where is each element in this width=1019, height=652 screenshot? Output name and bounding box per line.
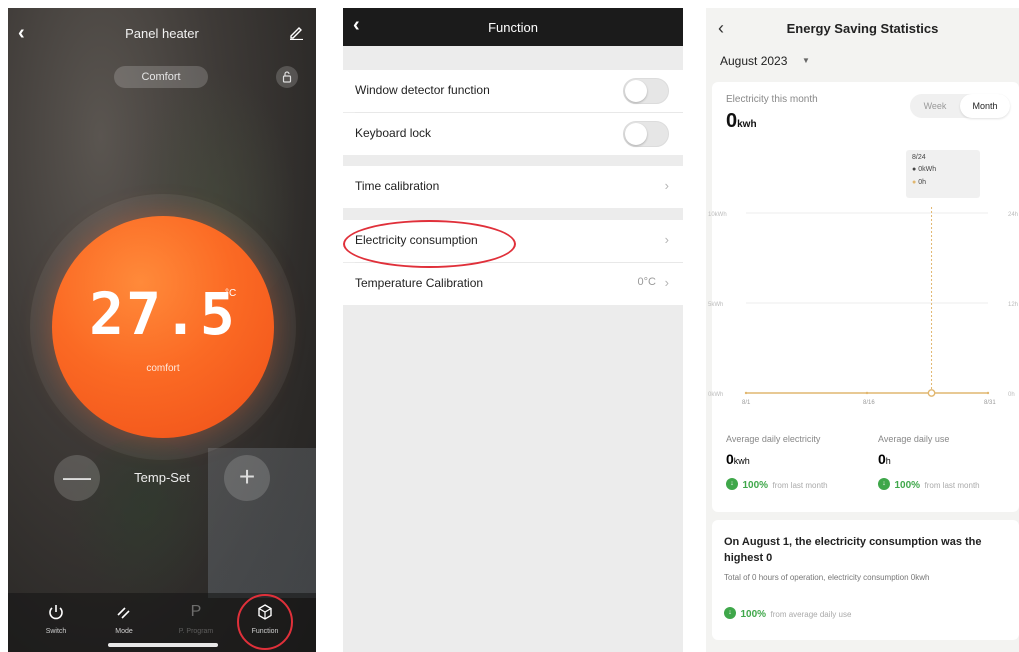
row-label: Time calibration	[355, 179, 440, 193]
chevron-right-icon: ›	[664, 178, 669, 193]
mode-icon	[96, 600, 152, 624]
function-highlight-circle	[237, 594, 293, 650]
avg-electricity-label: Average daily electricity	[726, 434, 821, 444]
x-tick-label: 8/31	[984, 400, 996, 406]
row-label: Window detector function	[355, 83, 490, 97]
avg-electricity-value: 0	[726, 451, 734, 467]
this-month-value: 0	[726, 110, 738, 132]
tooltip-date: 8/24	[912, 154, 926, 161]
power-icon	[28, 600, 84, 624]
pct-sub: from average daily use	[770, 610, 852, 619]
increase-button[interactable]: +	[224, 455, 270, 501]
y-left-tick-label: 0kWh	[708, 392, 723, 398]
x-tick-label: 8/1	[742, 400, 751, 406]
pct-value: 100%	[894, 480, 921, 491]
nav-switch[interactable]: Switch	[28, 600, 84, 635]
nav-mode[interactable]: Mode	[96, 600, 152, 635]
temperature-unit: °C	[225, 288, 237, 299]
edit-icon[interactable]	[288, 24, 304, 40]
range-segmented-control[interactable]: Week Month	[910, 94, 1010, 118]
y-left-tick-label: 5kWh	[708, 302, 723, 308]
program-icon: P	[190, 603, 202, 620]
avg-use-value-group: 0h	[878, 451, 891, 469]
function-screen: ‹ Function Window detector function Keyb…	[343, 8, 683, 652]
nav-program[interactable]: P P. Program	[168, 600, 224, 635]
window-detector-toggle[interactable]	[623, 78, 669, 104]
chevron-right-icon: ›	[664, 232, 669, 247]
electricity-highlight-ellipse	[343, 220, 516, 268]
device-title: Panel heater	[125, 26, 199, 41]
home-indicator	[108, 643, 218, 647]
chevron-right-icon: ›	[664, 275, 669, 290]
lock-icon[interactable]	[276, 66, 298, 88]
avg-electricity-change: ↓ 100% from last month	[726, 475, 828, 493]
pct-sub: from last month	[772, 481, 828, 490]
nav-switch-label: Switch	[45, 628, 67, 635]
pct-sub: from last month	[924, 481, 980, 490]
trend-down-icon: ↓	[878, 477, 890, 490]
stats-title: Energy Saving Statistics	[786, 21, 939, 36]
y-right-tick-label: 0h	[1008, 392, 1015, 398]
row-keyboard-lock[interactable]: Keyboard lock	[343, 113, 683, 155]
trend-down-icon: ↓	[724, 606, 736, 619]
temperature-dial[interactable]: 27.5 °C comfort	[52, 216, 274, 438]
chart-point	[865, 391, 869, 395]
trend-down-icon: ↓	[726, 477, 738, 490]
temperature-value: 27.5	[89, 280, 237, 348]
this-month-value-group: 0kwh	[726, 110, 757, 133]
range-week[interactable]: Week	[910, 94, 960, 118]
y-left-tick-label: 10kWh	[708, 212, 727, 218]
row-temperature-calibration[interactable]: Temperature Calibration 0°C ›	[343, 263, 683, 305]
energy-line-chart[interactable]: 0kWh 0h 5kWh 12h 10kWh 24h 8/1 8/16 8/31	[706, 198, 1019, 418]
summary-title: On August 1, the electricity consumption…	[724, 536, 982, 564]
row-value: 0°C	[637, 276, 656, 288]
nav-mode-label: Mode	[115, 628, 133, 635]
function-header: ‹ Function	[343, 8, 683, 46]
this-month-unit: kwh	[737, 119, 757, 130]
tooltip-kwh-row: ● 0kWh	[912, 166, 937, 173]
month-selector[interactable]: August 2023	[720, 54, 787, 68]
temperature-mode-label: comfort	[146, 363, 180, 374]
chart-cursor-point	[927, 389, 936, 397]
row-time-calibration[interactable]: Time calibration ›	[343, 166, 683, 208]
summary-line: Total of 0 hours of operation, electrici…	[724, 573, 930, 582]
tooltip-hours: 0h	[918, 179, 926, 186]
chart-point	[744, 391, 748, 395]
avg-use-unit: h	[885, 456, 891, 466]
avg-electricity-value-group: 0kwh	[726, 451, 750, 469]
range-month[interactable]: Month	[960, 94, 1010, 118]
pct-value: 100%	[740, 609, 767, 620]
caret-down-icon[interactable]: ▼	[802, 56, 810, 65]
summary-card: On August 1, the electricity consumption…	[712, 520, 1019, 640]
nav-program-label: P. Program	[178, 628, 214, 635]
tempset-label: Temp-Set	[134, 470, 190, 485]
avg-use-value: 0	[878, 451, 886, 467]
y-right-tick-label: 12h	[1008, 302, 1018, 308]
chart-point	[986, 391, 990, 395]
tooltip-kwh: 0kWh	[918, 166, 937, 173]
x-tick-label: 8/16	[863, 400, 875, 406]
energy-stats-screen: ‹ Energy Saving Statistics August 2023 ▼…	[706, 8, 1019, 652]
summary-change: ↓ 100% from average daily use	[724, 604, 851, 622]
heater-control-screen: ‹ Panel heater Comfort 27.5 °C comfort —…	[8, 8, 316, 652]
chart-tooltip: 8/24 ● 0kWh ● 0h	[906, 150, 980, 198]
keyboard-lock-toggle[interactable]	[623, 121, 669, 147]
row-label: Temperature Calibration	[355, 276, 484, 290]
avg-electricity-unit: kwh	[733, 456, 750, 466]
row-window-detector[interactable]: Window detector function	[343, 70, 683, 112]
tooltip-hours-row: ● 0h	[912, 179, 926, 186]
decrease-button[interactable]: —	[54, 455, 100, 501]
avg-use-label: Average daily use	[878, 434, 950, 444]
this-month-label: Electricity this month	[726, 94, 818, 105]
pct-value: 100%	[742, 480, 769, 491]
avg-use-change: ↓ 100% from last month	[878, 475, 980, 493]
mode-pill[interactable]: Comfort	[114, 66, 208, 88]
y-right-tick-label: 24h	[1008, 212, 1018, 218]
function-title: Function	[488, 20, 538, 35]
row-label: Keyboard lock	[355, 126, 432, 140]
